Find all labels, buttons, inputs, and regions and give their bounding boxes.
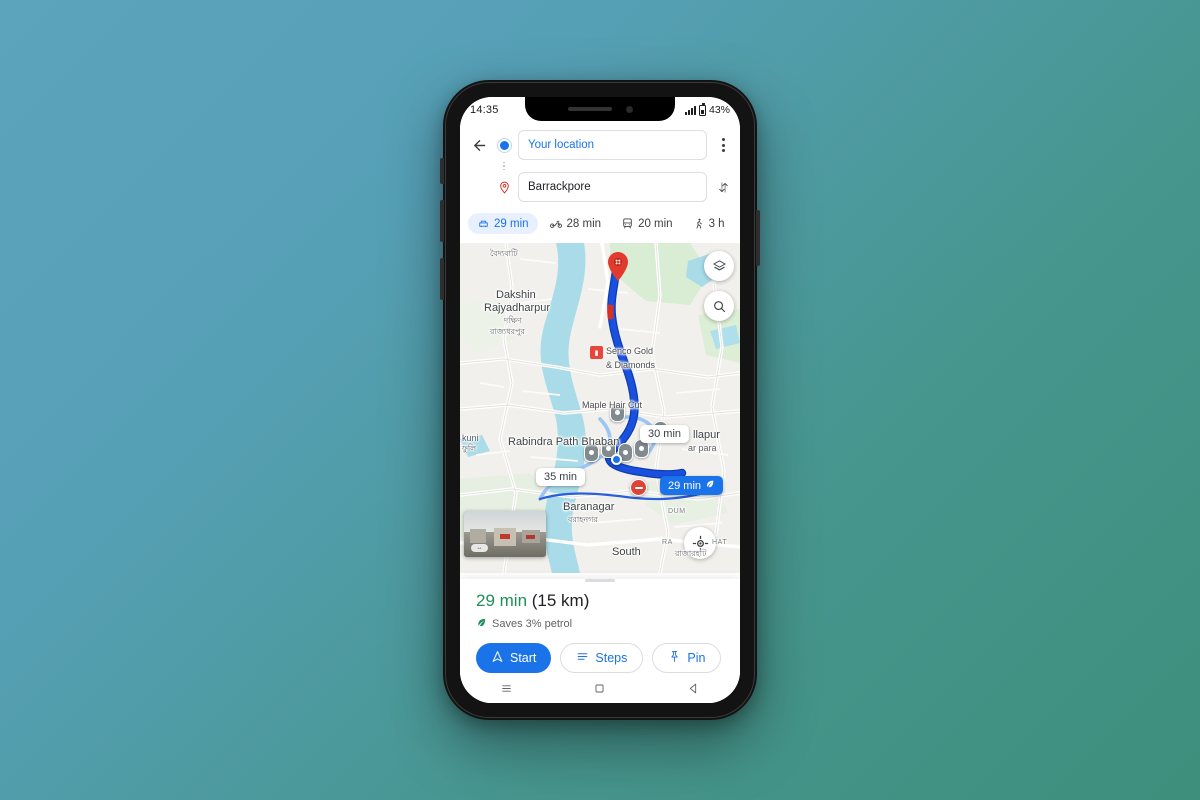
- map-time-chip[interactable]: 35 min: [536, 468, 586, 486]
- status-bar: 14:35 43%: [460, 97, 740, 123]
- recenter-location-icon[interactable]: [684, 527, 716, 559]
- tab-motorcycle[interactable]: 28 min: [540, 213, 611, 234]
- battery-percent-label: 43%: [708, 104, 730, 116]
- phone-volume-up-button[interactable]: [440, 200, 444, 242]
- search-icon[interactable]: [704, 291, 734, 321]
- phone-power-button[interactable]: [756, 210, 760, 266]
- phone-notch: [525, 97, 675, 121]
- destination-row: Barrackpore: [468, 171, 732, 203]
- start-button[interactable]: Start: [476, 643, 552, 673]
- tab-motorcycle-label: 28 min: [566, 217, 602, 230]
- start-button-label: Start: [510, 651, 537, 665]
- pin-icon: [668, 650, 681, 666]
- pin-button-label: Pin: [687, 651, 706, 665]
- eco-savings-row: Saves 3% petrol: [476, 617, 724, 631]
- eco-leaf-icon: [705, 479, 715, 492]
- steps-button[interactable]: Steps: [560, 643, 644, 673]
- origin-row: Your location: [468, 129, 732, 161]
- tab-driving-label: 29 min: [494, 217, 529, 230]
- phone-screen: 14:35 43% Your location Barrackpore 29 m…: [460, 97, 740, 703]
- tab-walking[interactable]: 3 h: [684, 213, 734, 234]
- android-nav-bar: [460, 673, 740, 703]
- street-view-thumbnail[interactable]: ↔: [464, 511, 546, 557]
- tab-driving[interactable]: 29 min: [468, 213, 538, 234]
- destination-pin-icon: [497, 181, 511, 194]
- eco-savings-label: Saves 3% petrol: [492, 618, 573, 630]
- back-triangle-icon[interactable]: [676, 677, 710, 699]
- transit-icon: [621, 217, 634, 230]
- map-time-chip-selected[interactable]: 29 min: [660, 476, 724, 495]
- pin-button[interactable]: Pin: [652, 643, 722, 673]
- recents-icon[interactable]: [490, 677, 524, 699]
- walk-icon: [693, 217, 705, 230]
- origin-input[interactable]: Your location: [518, 130, 707, 160]
- route-connector-dots: [497, 161, 511, 171]
- tab-transit[interactable]: 20 min: [612, 213, 682, 234]
- front-camera: [625, 105, 633, 113]
- no-entry-icon: [630, 479, 647, 496]
- status-clock: 14:35: [470, 104, 499, 116]
- map-vehicle-icon-1: [610, 403, 625, 422]
- map-destination-pin-icon[interactable]: [606, 251, 630, 288]
- destination-input[interactable]: Barrackpore: [518, 172, 707, 202]
- map-time-chip-label: 35 min: [544, 471, 578, 483]
- eta-summary: 29 min (15 km): [476, 591, 724, 611]
- map-canvas[interactable]: ▮ ↔ বৈদ্যবাটি Dakshin Rajyadharpur দক্ষি…: [460, 243, 740, 573]
- tab-transit-label: 20 min: [638, 217, 673, 230]
- signal-bars-icon: [684, 105, 696, 115]
- eco-leaf-icon: [476, 617, 487, 631]
- status-indicators: 43%: [684, 103, 730, 116]
- street-view-arrows-icon: ↔: [471, 544, 488, 552]
- directions-header: Your location Barrackpore: [460, 123, 740, 211]
- earpiece-speaker: [567, 107, 612, 111]
- steps-list-icon: [576, 650, 589, 666]
- sheet-drag-handle[interactable]: [585, 579, 615, 582]
- phone-frame: 14:35 43% Your location Barrackpore 29 m…: [440, 80, 760, 720]
- navigation-arrow-icon: [491, 650, 504, 666]
- route-actions: Start Steps Pin: [476, 643, 724, 673]
- motorcycle-icon: [549, 217, 563, 230]
- map-origin-dot-icon[interactable]: [611, 454, 622, 465]
- eta-distance-label: (15 km): [531, 591, 590, 610]
- phone-side-button-1[interactable]: [440, 158, 444, 184]
- map-vehicle-icon-2: [584, 443, 599, 462]
- home-square-icon[interactable]: [583, 677, 617, 699]
- more-options-icon[interactable]: [714, 138, 732, 152]
- steps-button-label: Steps: [595, 651, 628, 665]
- layers-icon[interactable]: [704, 251, 734, 281]
- battery-icon: [698, 103, 706, 116]
- car-icon: [477, 217, 490, 230]
- travel-mode-tabs: 29 min 28 min 20 min 3 h: [460, 211, 740, 243]
- origin-dot-icon: [497, 140, 511, 150]
- eta-duration-label: 29 min: [476, 591, 528, 610]
- map-time-chip[interactable]: 30 min: [640, 425, 690, 443]
- tab-walking-label: 3 h: [708, 217, 725, 230]
- back-arrow-icon[interactable]: [468, 134, 490, 156]
- poi-senco-gold-icon[interactable]: ▮: [590, 346, 603, 359]
- map-time-chip-label: 29 min: [668, 479, 702, 492]
- map-time-chip-label: 30 min: [648, 428, 682, 440]
- phone-volume-down-button[interactable]: [440, 258, 444, 300]
- swap-waypoints-icon[interactable]: [714, 180, 732, 195]
